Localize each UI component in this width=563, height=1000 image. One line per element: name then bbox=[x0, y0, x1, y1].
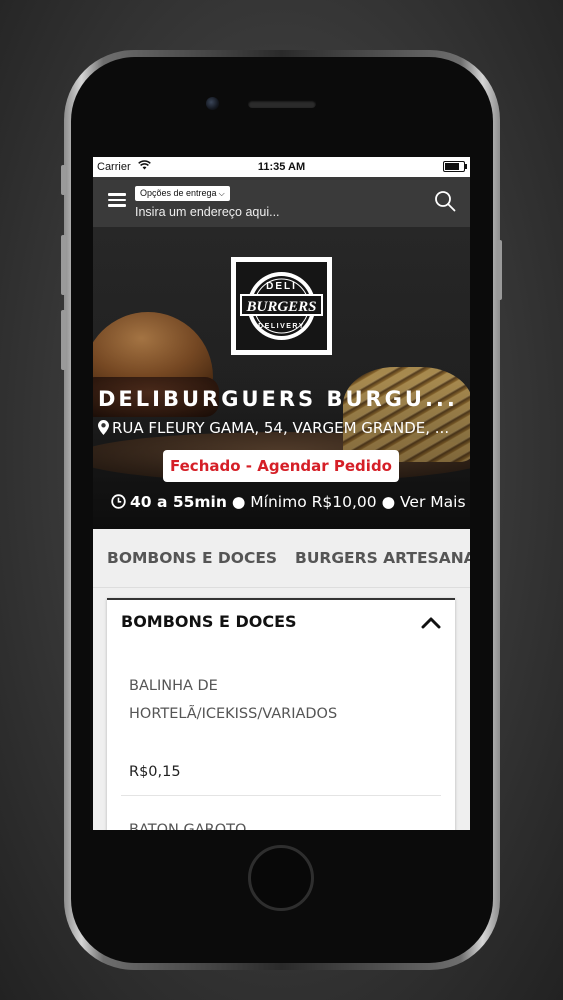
menu-item-name[interactable]: BATON GAROTO bbox=[129, 822, 246, 830]
app-screen: Carrier 11:35 AM Opções de entrega ⌵ Insi… bbox=[93, 157, 470, 830]
category-tabs: BOMBONS E DOCES BURGERS ARTESANAIS bbox=[93, 529, 470, 588]
store-info-row: 40 a 55min ● Mínimo R$10,00 ● Ver Mais bbox=[111, 493, 470, 511]
dot-separator: ● bbox=[381, 493, 396, 511]
logo-bottom-text: DELIVERY bbox=[258, 323, 305, 330]
search-icon[interactable] bbox=[434, 190, 456, 212]
logo-emblem: DELI BURGERS DELIVERY bbox=[240, 272, 323, 340]
store-address: RUA FLEURY GAMA, 54, VARGEM GRANDE, ... bbox=[112, 419, 450, 437]
tab-bombons-e-doces[interactable]: BOMBONS E DOCES bbox=[107, 549, 277, 567]
phone-volume-up bbox=[61, 235, 66, 295]
map-pin-icon bbox=[98, 420, 109, 435]
menu-item-price: R$0,15 bbox=[129, 764, 181, 780]
item-divider bbox=[121, 795, 441, 796]
status-bar: Carrier 11:35 AM bbox=[93, 157, 470, 177]
store-address-line: RUA FLEURY GAMA, 54, VARGEM GRANDE, ... bbox=[98, 419, 468, 437]
chevron-up-icon[interactable] bbox=[421, 615, 441, 629]
logo-top-text: DELI bbox=[266, 281, 297, 292]
phone-mute-switch bbox=[61, 165, 66, 195]
logo-main-text: BURGERS bbox=[245, 299, 316, 315]
minimum-order: Mínimo R$10,00 bbox=[250, 493, 377, 511]
store-name: DELIBURGUERS BURGU... bbox=[98, 387, 458, 411]
delivery-time: 40 a 55min bbox=[130, 493, 227, 511]
address-input[interactable]: Insira um endereço aqui... bbox=[135, 205, 395, 219]
hamburger-icon[interactable] bbox=[108, 193, 126, 207]
earpiece-speaker bbox=[248, 100, 316, 108]
schedule-order-button[interactable]: Fechado - Agendar Pedido bbox=[163, 450, 399, 482]
status-time: 11:35 AM bbox=[257, 161, 306, 173]
front-camera bbox=[206, 97, 219, 110]
top-bar: Opções de entrega ⌵ Insira um endereço aq… bbox=[93, 177, 470, 227]
delivery-options-dropdown[interactable]: Opções de entrega ⌵ bbox=[135, 186, 230, 201]
home-button[interactable] bbox=[248, 845, 314, 911]
menu-section-card: BOMBONS E DOCES BALINHA DE HORTELÃ/ICEKI… bbox=[107, 598, 455, 830]
menu-item-name[interactable]: BALINHA DE HORTELÃ/ICEKISS/VARIADOS bbox=[129, 672, 409, 728]
tab-burgers-artesanais[interactable]: BURGERS ARTESANAIS bbox=[295, 549, 470, 567]
clock-icon bbox=[111, 494, 126, 509]
store-hero-banner: DELI BURGERS DELIVERY DELIBURGUERS BURGU… bbox=[93, 227, 470, 529]
phone-power-button bbox=[497, 240, 502, 300]
delivery-options-label: Opções de entrega bbox=[140, 188, 217, 198]
battery-level bbox=[445, 163, 460, 170]
battery-icon bbox=[443, 161, 467, 172]
see-more-link[interactable]: Ver Mais bbox=[400, 493, 466, 511]
phone-volume-down bbox=[61, 310, 66, 370]
store-logo: DELI BURGERS DELIVERY bbox=[231, 257, 332, 355]
dot-separator: ● bbox=[231, 493, 246, 511]
chevron-down-icon: ⌵ bbox=[218, 189, 225, 198]
section-title[interactable]: BOMBONS E DOCES bbox=[121, 612, 297, 631]
